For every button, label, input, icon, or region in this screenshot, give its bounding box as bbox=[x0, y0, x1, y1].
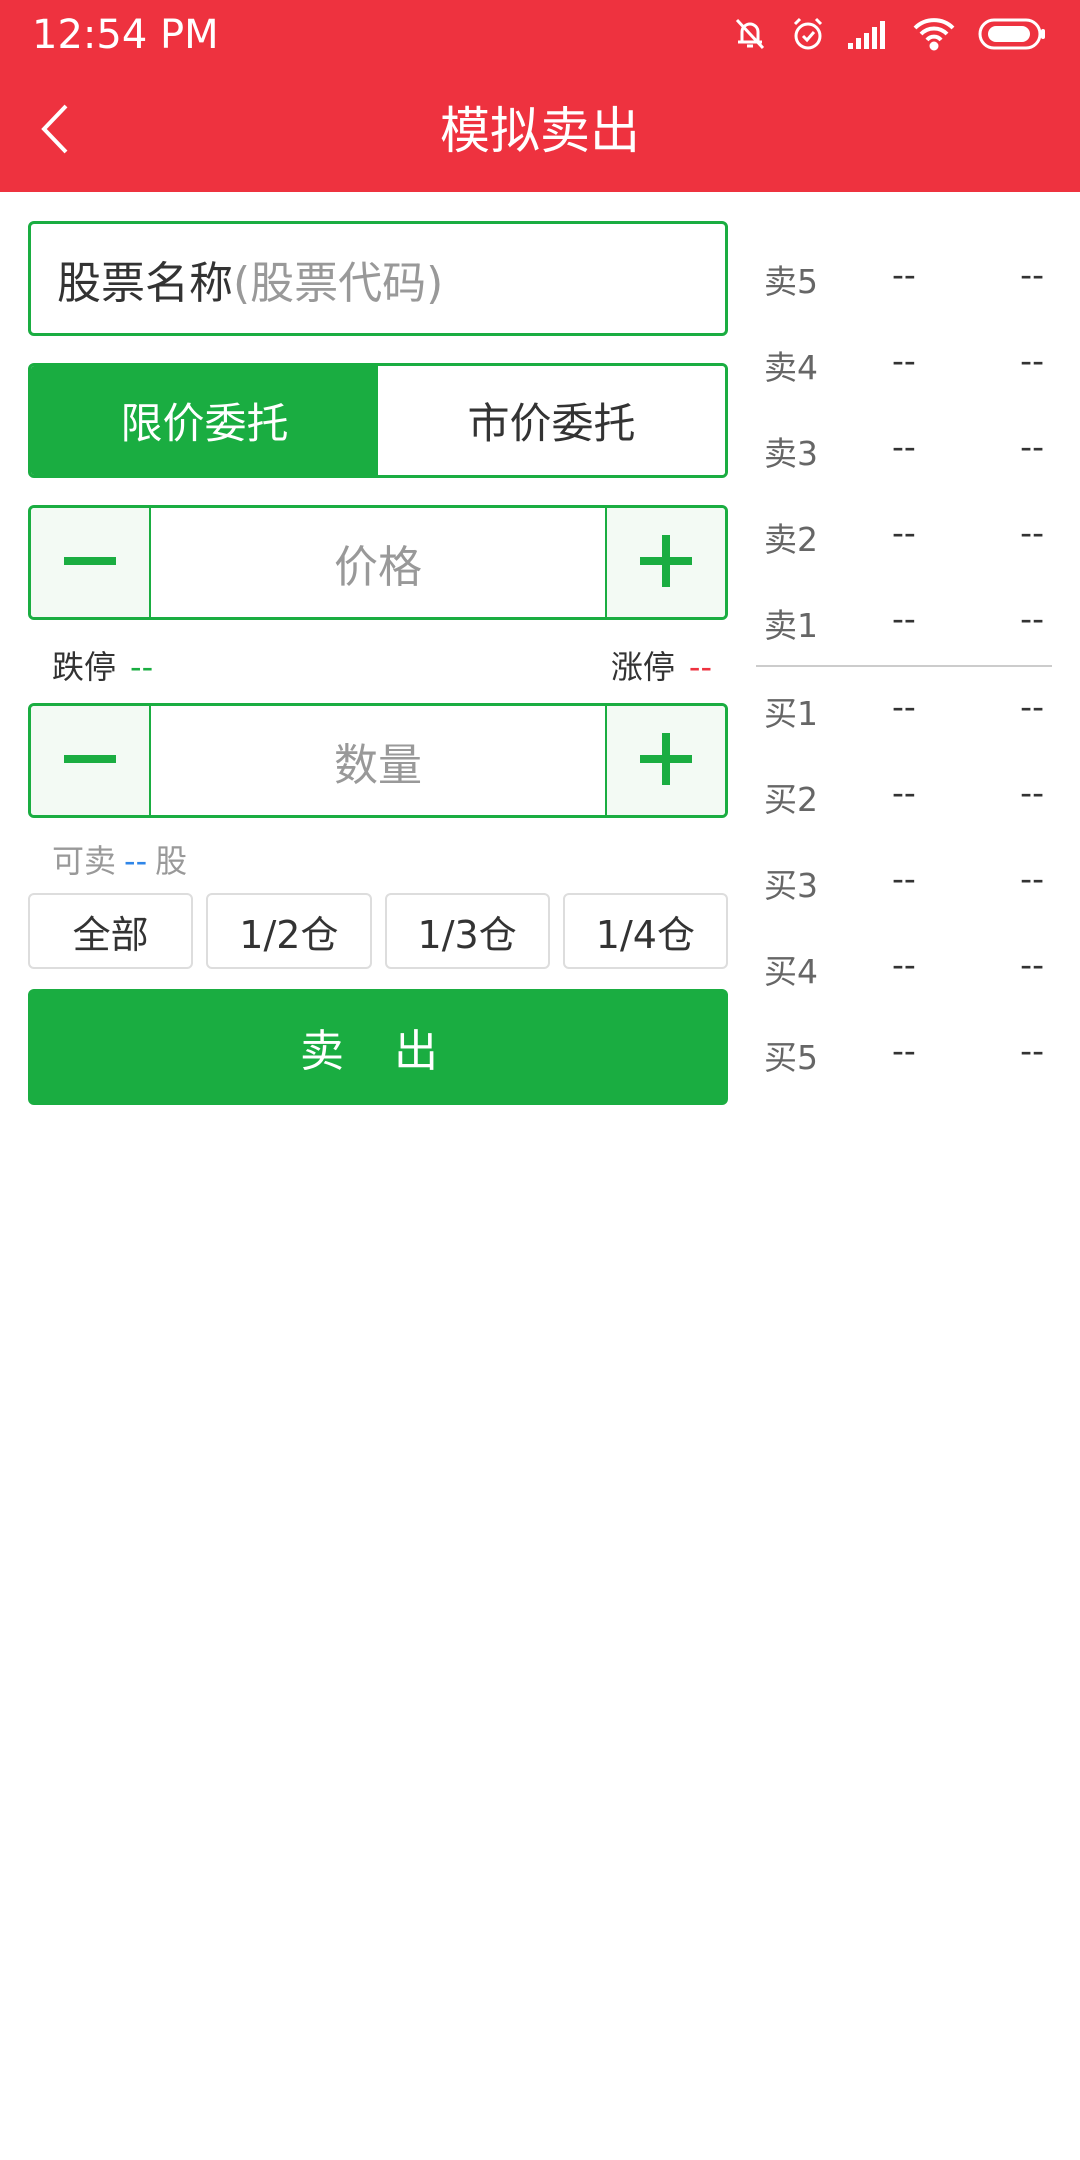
bid-row: 买4 -- -- bbox=[756, 925, 1052, 1011]
limit-down-value: -- bbox=[130, 648, 154, 686]
bid-price: -- bbox=[892, 773, 916, 812]
price-increase-button[interactable] bbox=[605, 508, 725, 617]
minus-icon bbox=[64, 733, 116, 789]
wifi-icon bbox=[912, 17, 956, 51]
stock-search-input[interactable]: 股票名称 (股票代码) bbox=[28, 221, 728, 336]
alarm-icon bbox=[790, 16, 826, 52]
bid-row: 买3 -- -- bbox=[756, 839, 1052, 925]
price-stepper: 价格 bbox=[28, 505, 728, 620]
plus-icon bbox=[640, 732, 692, 789]
sell-button[interactable]: 卖 出 bbox=[28, 989, 728, 1105]
portion-half-button[interactable]: 1/2仓 bbox=[206, 893, 372, 969]
bid-label: 买2 bbox=[764, 780, 818, 819]
limit-order-tab[interactable]: 限价委托 bbox=[31, 366, 378, 475]
bid-row: 买5 -- -- bbox=[756, 1011, 1052, 1097]
available-shares: 可卖 -- 股 bbox=[52, 836, 187, 880]
bid-price: -- bbox=[892, 859, 916, 898]
limit-up-label: 涨停 bbox=[610, 648, 675, 686]
market-order-tab[interactable]: 市价委托 bbox=[378, 366, 725, 475]
bid-volume: -- bbox=[1020, 945, 1044, 984]
bid-price: -- bbox=[892, 1031, 916, 1070]
ask-row: 卖4 -- -- bbox=[756, 321, 1052, 407]
ask-price: -- bbox=[892, 255, 916, 294]
app-header: 12:54 PM 模拟卖出 bbox=[0, 0, 1080, 192]
bell-off-icon bbox=[732, 16, 768, 52]
order-type-toggle: 限价委托 市价委托 bbox=[28, 363, 728, 478]
portion-buttons: 全部 1/2仓 1/3仓 1/4仓 bbox=[28, 893, 728, 969]
quantity-input[interactable]: 数量 bbox=[151, 706, 605, 815]
stock-name-label: 股票名称 bbox=[57, 257, 233, 309]
ask-volume: -- bbox=[1020, 341, 1044, 380]
bid-price: -- bbox=[892, 945, 916, 984]
bid-label: 买3 bbox=[764, 866, 818, 905]
ask-label: 卖1 bbox=[764, 606, 818, 645]
minus-icon bbox=[64, 535, 116, 591]
portion-quarter-button[interactable]: 1/4仓 bbox=[562, 893, 728, 969]
portion-all-button[interactable]: 全部 bbox=[28, 893, 194, 969]
quantity-increase-button[interactable] bbox=[605, 706, 725, 815]
ask-volume: -- bbox=[1020, 427, 1044, 466]
limit-up: 涨停 -- bbox=[611, 642, 712, 688]
ask-row: 卖1 -- -- bbox=[756, 579, 1052, 665]
limit-down: 跌停 -- bbox=[52, 642, 153, 688]
ask-price: -- bbox=[892, 513, 916, 552]
ask-price: -- bbox=[892, 599, 916, 638]
bid-label: 买4 bbox=[764, 952, 818, 991]
status-time: 12:54 PM bbox=[32, 12, 219, 58]
price-input[interactable]: 价格 bbox=[151, 508, 605, 617]
ask-volume: -- bbox=[1020, 513, 1044, 552]
ask-row: 卖3 -- -- bbox=[756, 407, 1052, 493]
page-title: 模拟卖出 bbox=[440, 102, 640, 160]
ask-label: 卖3 bbox=[764, 434, 818, 473]
stock-code-hint: (股票代码) bbox=[233, 257, 444, 309]
ask-volume: -- bbox=[1020, 599, 1044, 638]
ask-label: 卖2 bbox=[764, 520, 818, 559]
quantity-stepper: 数量 bbox=[28, 703, 728, 818]
ask-row: 卖5 -- -- bbox=[756, 235, 1052, 321]
order-book: 卖5 -- -- 卖4 -- -- 卖3 -- -- 卖2 -- -- 卖1 -… bbox=[756, 235, 1052, 1097]
bid-volume: -- bbox=[1020, 687, 1044, 726]
bid-price: -- bbox=[892, 687, 916, 726]
ask-label: 卖4 bbox=[764, 348, 818, 387]
available-value: -- bbox=[124, 842, 148, 880]
bid-row: 买1 -- -- bbox=[756, 667, 1052, 753]
limit-up-value: -- bbox=[688, 648, 712, 686]
bid-label: 买5 bbox=[764, 1038, 818, 1077]
ask-row: 卖2 -- -- bbox=[756, 493, 1052, 579]
available-label: 可卖 bbox=[52, 842, 117, 880]
ask-label: 卖5 bbox=[764, 262, 818, 301]
available-unit: 股 bbox=[155, 842, 188, 880]
price-decrease-button[interactable] bbox=[31, 508, 151, 617]
ask-price: -- bbox=[892, 427, 916, 466]
limit-down-label: 跌停 bbox=[52, 648, 117, 686]
plus-icon bbox=[640, 534, 692, 591]
bid-row: 买2 -- -- bbox=[756, 753, 1052, 839]
status-icons bbox=[732, 14, 1046, 54]
bid-volume: -- bbox=[1020, 859, 1044, 898]
signal-icon bbox=[848, 19, 890, 49]
bid-volume: -- bbox=[1020, 773, 1044, 812]
price-limits: 跌停 -- 涨停 -- bbox=[52, 642, 712, 686]
quantity-decrease-button[interactable] bbox=[31, 706, 151, 815]
ask-volume: -- bbox=[1020, 255, 1044, 294]
portion-third-button[interactable]: 1/3仓 bbox=[384, 893, 550, 969]
bid-label: 买1 bbox=[764, 694, 818, 733]
bid-volume: -- bbox=[1020, 1031, 1044, 1070]
ask-price: -- bbox=[892, 341, 916, 380]
battery-icon bbox=[978, 18, 1046, 50]
